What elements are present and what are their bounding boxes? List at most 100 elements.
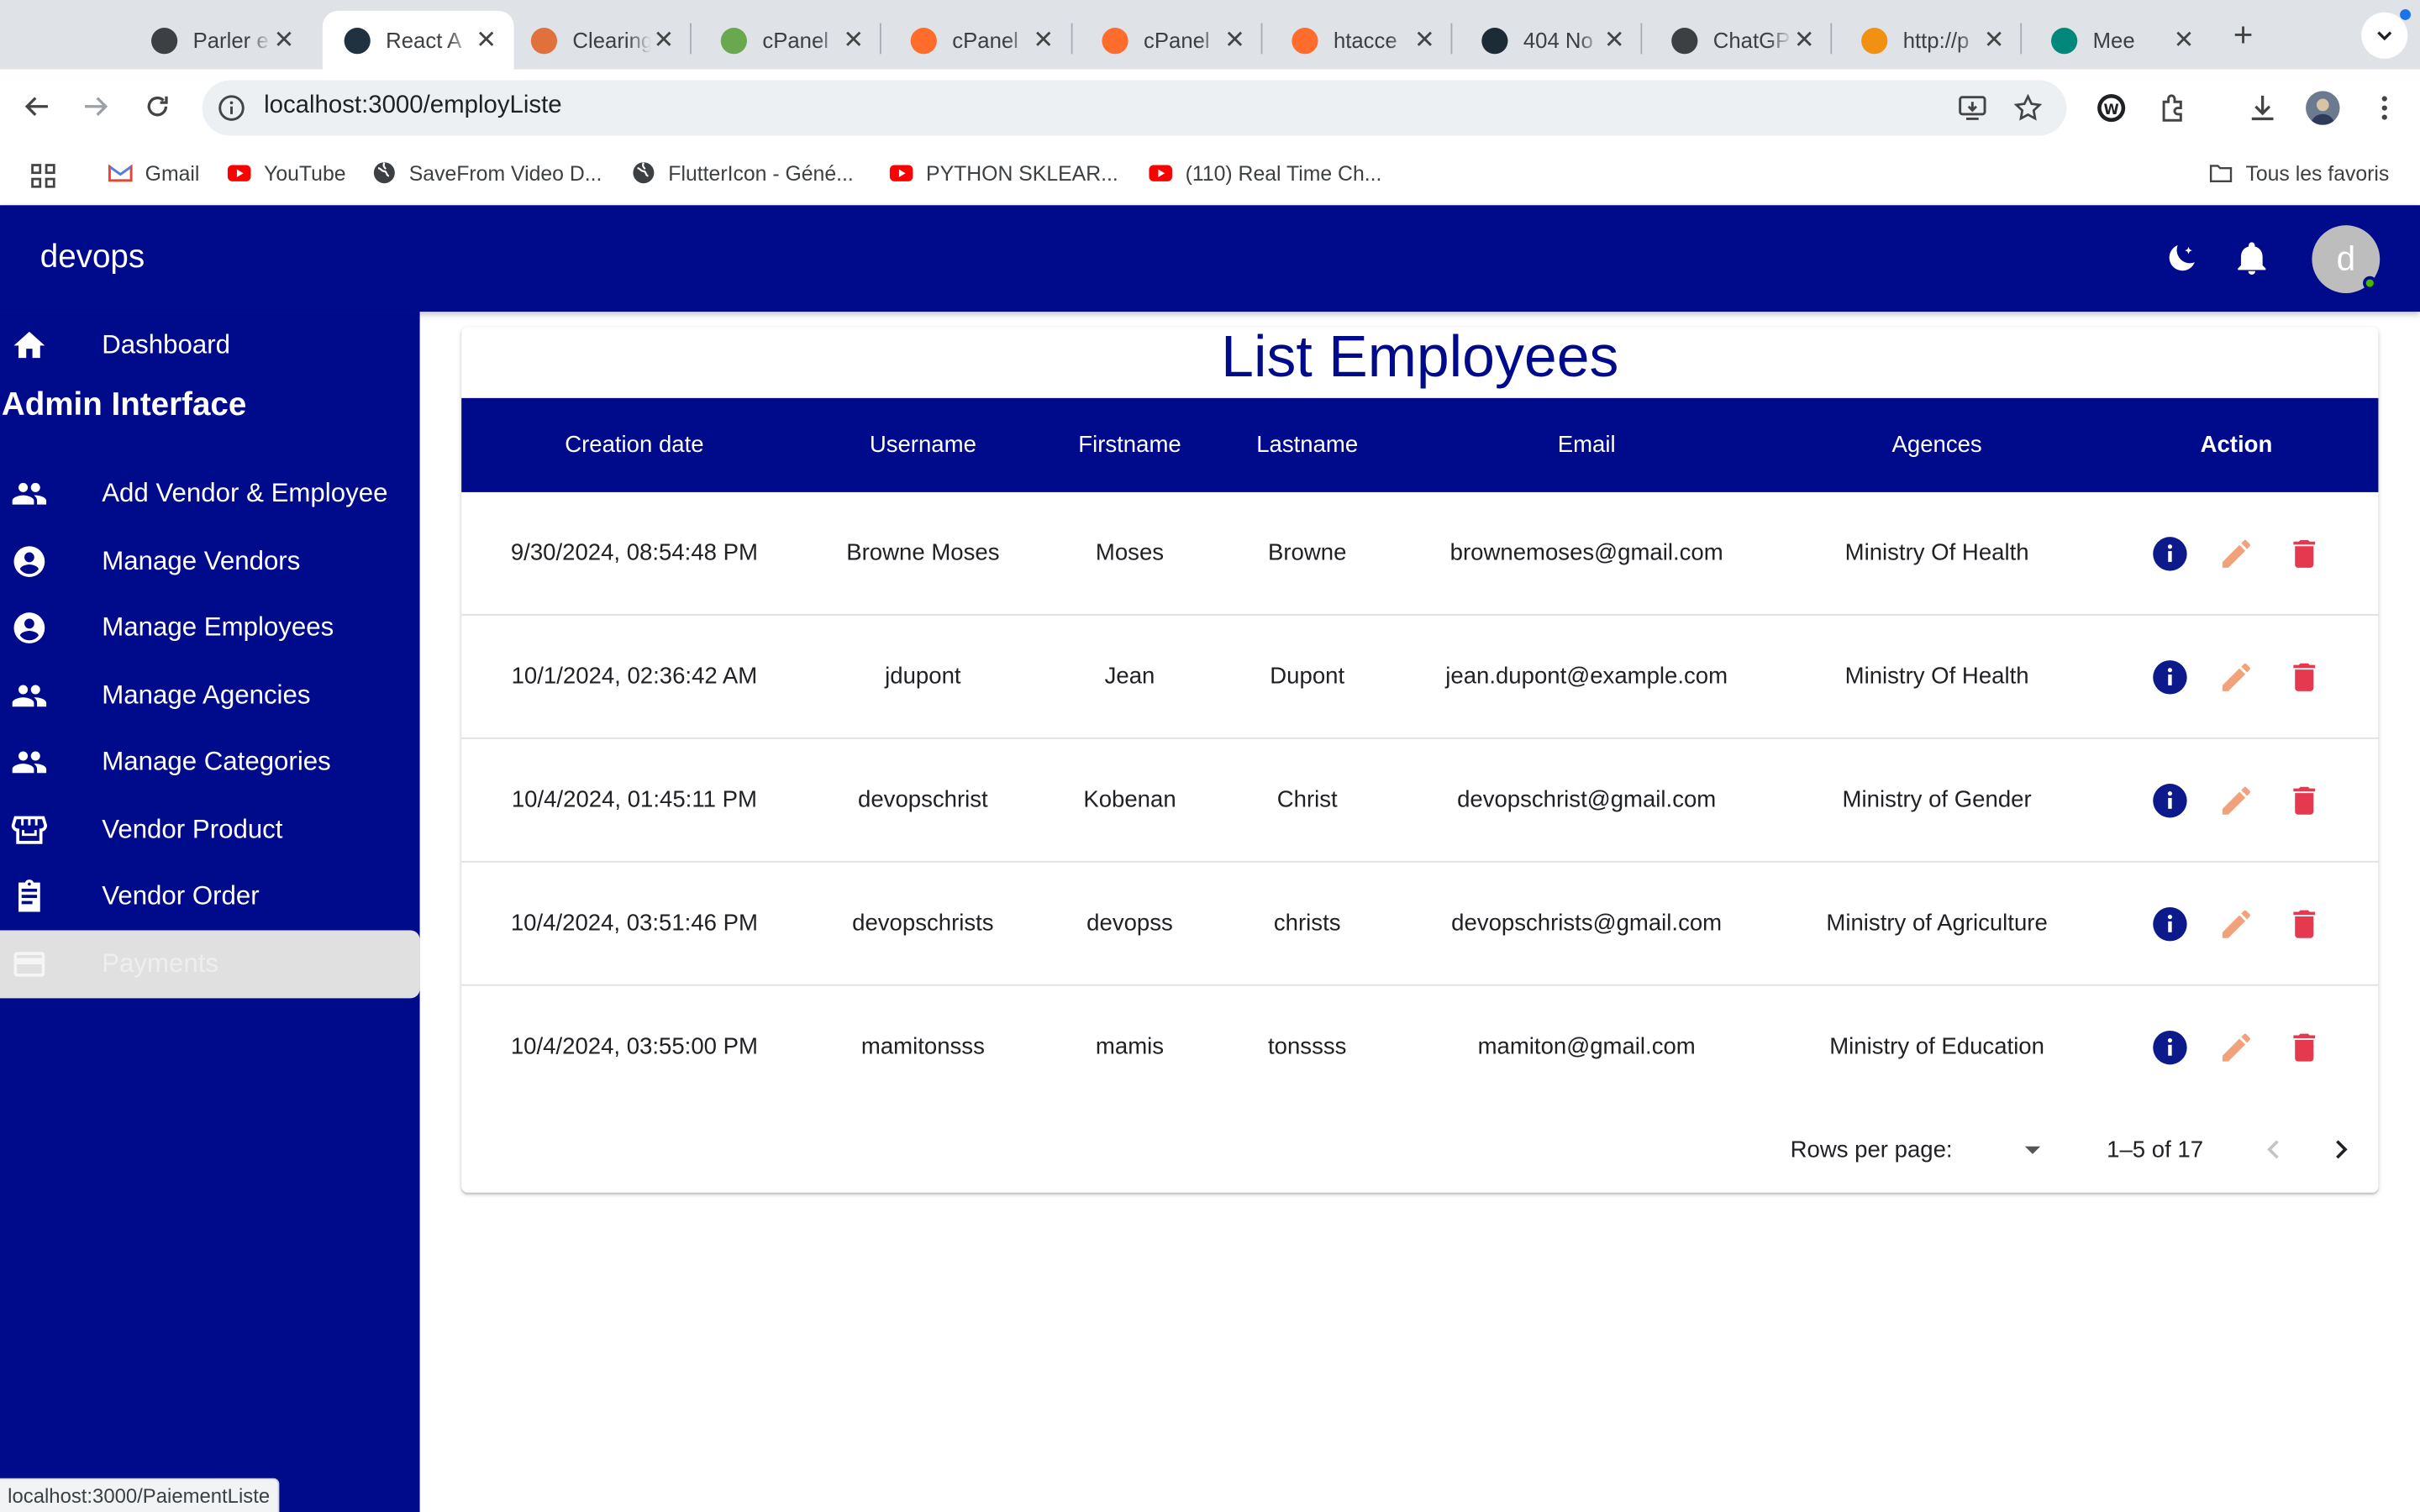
edit-button[interactable] <box>2217 906 2254 942</box>
edit-button[interactable] <box>2217 659 2254 696</box>
edit-button[interactable] <box>2217 1029 2254 1066</box>
edit-button[interactable] <box>2217 782 2254 819</box>
info-button[interactable] <box>2151 659 2188 696</box>
url-text[interactable]: localhost:3000/employListe <box>264 92 562 120</box>
close-tab-icon[interactable]: ✕ <box>271 24 296 55</box>
browser-tab[interactable]: ChatGP ✕ <box>1649 11 1832 70</box>
trash-icon <box>2293 1033 2316 1062</box>
globe-icon <box>631 160 655 185</box>
back-button[interactable] <box>18 88 55 125</box>
info-button[interactable] <box>2151 782 2188 819</box>
profile-avatar[interactable] <box>2306 91 2340 125</box>
wordpress-extension-icon[interactable]: W <box>2094 91 2128 124</box>
sidebar-item-manage-vendors[interactable]: Manage Vendors <box>0 528 420 596</box>
bookmark-item[interactable]: SaveFrom Video D... <box>372 160 602 185</box>
all-bookmarks-button[interactable]: Tous les favoris <box>2208 160 2389 185</box>
column-header-email[interactable]: Email <box>1558 432 1616 458</box>
delete-button[interactable] <box>2286 782 2323 819</box>
previous-page-button[interactable] <box>2254 1131 2291 1168</box>
downloads-icon[interactable] <box>2245 91 2279 124</box>
info-icon <box>2153 660 2187 695</box>
column-header-firstname[interactable]: Firstname <box>1078 432 1181 458</box>
tab-separator <box>2020 23 2023 55</box>
trash-icon <box>2293 910 2316 938</box>
notifications-icon[interactable] <box>2233 241 2270 278</box>
close-tab-icon[interactable]: ✕ <box>2171 24 2196 55</box>
bookmark-item[interactable]: YouTube <box>227 160 346 185</box>
bookmark-label: PYTHON SKLEAR... <box>926 160 1118 185</box>
close-tab-icon[interactable]: ✕ <box>1981 24 2006 55</box>
cell-lastname: Browne <box>1268 539 1347 567</box>
admin-interface-heading: Admin Interface <box>1 387 247 423</box>
sidebar-item-label: Add Vendor & Employee <box>102 478 388 508</box>
bookmark-item[interactable]: (110) Real Time Ch... <box>1149 160 1381 185</box>
close-tab-icon[interactable]: ✕ <box>1602 24 1627 55</box>
bookmark-label: Gmail <box>145 160 200 185</box>
close-tab-icon[interactable]: ✕ <box>841 24 865 55</box>
bookmark-star-icon[interactable] <box>2012 92 2044 123</box>
bookmark-item[interactable]: FlutterIcon - Géné... <box>631 160 854 185</box>
info-button[interactable] <box>2151 1029 2188 1066</box>
browser-tab[interactable]: cPanel ✕ <box>699 11 881 70</box>
sidebar-item-manage-agencies[interactable]: Manage Agencies <box>0 662 420 730</box>
close-tab-icon[interactable]: ✕ <box>1223 24 1247 55</box>
column-header-lastname[interactable]: Lastname <box>1256 432 1358 458</box>
sidebar-item-dashboard[interactable]: Dashboard <box>0 312 420 380</box>
info-button[interactable] <box>2151 535 2188 572</box>
browser-tab[interactable]: cPanel ✕ <box>1081 11 1263 70</box>
column-header-creation-date[interactable]: Creation date <box>565 432 703 458</box>
people-icon <box>11 677 48 714</box>
browser-tab[interactable]: 404 No ✕ <box>1460 11 1643 70</box>
sidebar-item-manage-employees[interactable]: Manage Employees <box>0 594 420 662</box>
reload-button[interactable] <box>139 88 176 125</box>
column-header-agencies[interactable]: Agences <box>1891 432 1981 458</box>
arrow-forward-icon <box>85 97 108 117</box>
browser-menu-icon[interactable] <box>2368 91 2402 124</box>
bookmark-item[interactable]: Gmail <box>108 160 200 185</box>
next-page-button[interactable] <box>2323 1131 2360 1168</box>
cell-creation-date: 10/4/2024, 03:51:46 PM <box>510 910 758 937</box>
cell-username: devopschrist <box>858 786 988 813</box>
bookmark-item[interactable]: PYTHON SKLEAR... <box>889 160 1118 185</box>
sidebar-item-add-vendor-employee[interactable]: Add Vendor & Employee <box>0 459 420 528</box>
apps-grid-icon[interactable] <box>29 162 57 190</box>
tab-search-button[interactable] <box>2361 12 2408 59</box>
dark-mode-icon[interactable] <box>2162 241 2199 278</box>
extensions-puzzle-icon[interactable] <box>2156 91 2190 124</box>
browser-tab[interactable]: Mee ✕ <box>2029 11 2212 70</box>
install-app-icon[interactable] <box>1957 92 1988 123</box>
delete-button[interactable] <box>2286 1029 2323 1066</box>
sidebar-item-label: Dashboard <box>102 330 230 360</box>
browser-tab[interactable]: cPanel ✕ <box>889 11 1071 70</box>
browser-tab[interactable]: htacce ✕ <box>1270 11 1453 70</box>
browser-tab[interactable]: Clearing ✕ <box>509 11 692 70</box>
people-icon <box>11 475 48 512</box>
browser-tab[interactable]: http://p ✕ <box>1839 11 2022 70</box>
delete-button[interactable] <box>2286 535 2323 572</box>
close-tab-icon[interactable]: ✕ <box>651 24 676 55</box>
close-tab-icon[interactable]: ✕ <box>1031 24 1055 55</box>
tab-title: 404 No <box>1523 28 1593 53</box>
close-tab-icon[interactable]: ✕ <box>474 24 498 55</box>
browser-tab[interactable]: React A ✕ <box>322 10 514 70</box>
info-button[interactable] <box>2151 906 2188 942</box>
home-icon <box>13 331 45 359</box>
sidebar-item-manage-categories[interactable]: Manage Categories <box>0 728 420 796</box>
delete-button[interactable] <box>2286 659 2323 696</box>
new-tab-button[interactable]: + <box>2233 15 2254 55</box>
site-info-icon[interactable] <box>216 92 247 123</box>
close-tab-icon[interactable]: ✕ <box>1791 24 1816 55</box>
column-header-username[interactable]: Username <box>870 432 976 458</box>
edit-button[interactable] <box>2217 535 2254 572</box>
rows-per-page-select[interactable] <box>2014 1131 2051 1168</box>
cell-email: devopschrists@gmail.com <box>1451 910 1723 937</box>
browser-tab[interactable]: Parler e ✕ <box>129 11 312 70</box>
delete-button[interactable] <box>2286 906 2323 942</box>
sidebar-item-payments[interactable]: Payments <box>0 930 420 999</box>
sidebar-item-vendor-product[interactable]: Vendor Product <box>0 796 420 864</box>
tab-separator <box>690 23 692 55</box>
close-tab-icon[interactable]: ✕ <box>1413 24 1437 55</box>
sidebar-item-vendor-order[interactable]: Vendor Order <box>0 863 420 931</box>
reload-icon <box>147 96 168 117</box>
forward-button[interactable] <box>77 88 114 125</box>
